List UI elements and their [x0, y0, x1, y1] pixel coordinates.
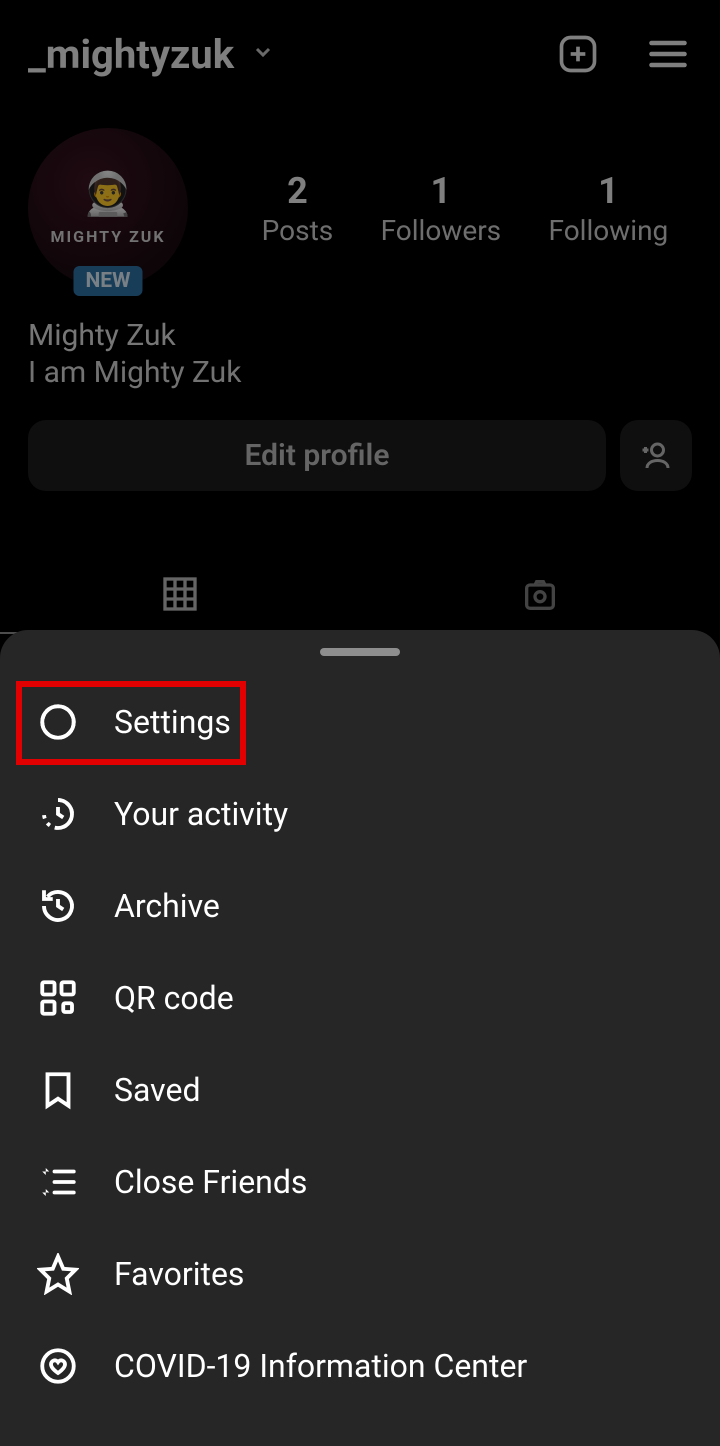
qr-code-icon	[36, 976, 80, 1020]
menu-item-qr-code[interactable]: QR code	[0, 952, 720, 1044]
stat-label: Posts	[262, 214, 334, 247]
menu-item-archive[interactable]: Archive	[0, 860, 720, 952]
menu-label: Saved	[114, 1071, 200, 1109]
discover-people-button[interactable]	[620, 420, 692, 491]
stat-posts[interactable]: 2 Posts	[262, 170, 334, 247]
menu-label: Close Friends	[114, 1163, 307, 1201]
star-icon	[36, 1252, 80, 1296]
heart-icon	[36, 1344, 80, 1388]
menu-label: Your activity	[114, 795, 288, 833]
username-label[interactable]: _mightyzuk	[28, 31, 234, 78]
sheet-handle[interactable]	[320, 648, 400, 656]
chevron-down-icon[interactable]	[246, 40, 275, 68]
close-friends-icon	[36, 1160, 80, 1204]
menu-item-close-friends[interactable]: Close Friends	[0, 1136, 720, 1228]
stat-label: Following	[549, 214, 669, 247]
stat-followers[interactable]: 1 Followers	[381, 170, 502, 247]
stat-label: Followers	[381, 214, 502, 247]
menu-label: COVID-19 Information Center	[114, 1347, 527, 1385]
profile-header: _mightyzuk	[0, 0, 720, 108]
stat-following[interactable]: 1 Following	[549, 170, 669, 247]
options-sheet: Settings Your activity Archive QR code S…	[0, 630, 720, 1446]
menu-item-favorites[interactable]: Favorites	[0, 1228, 720, 1320]
menu-item-your-activity[interactable]: Your activity	[0, 768, 720, 860]
edit-profile-button[interactable]: Edit profile	[28, 420, 606, 491]
stat-count: 1	[549, 170, 669, 212]
tab-tagged[interactable]	[360, 556, 720, 634]
menu-item-settings[interactable]: Settings	[0, 676, 720, 768]
menu-label: QR code	[114, 979, 234, 1017]
bio: I am Mighty Zuk	[28, 355, 692, 390]
menu-item-covid-info[interactable]: COVID-19 Information Center	[0, 1320, 720, 1412]
menu-label: Archive	[114, 887, 220, 925]
stat-count: 1	[381, 170, 502, 212]
stat-count: 2	[262, 170, 334, 212]
archive-icon	[36, 884, 80, 928]
menu-label: Settings	[114, 703, 231, 741]
menu-item-saved[interactable]: Saved	[0, 1044, 720, 1136]
profile-tabs	[0, 556, 720, 634]
activity-icon	[36, 792, 80, 836]
avatar[interactable]: 👨‍🚀 MIGHTY ZUK NEW	[28, 128, 188, 288]
stats-row: 2 Posts 1 Followers 1 Following	[238, 170, 692, 247]
settings-icon	[36, 700, 80, 744]
tab-grid[interactable]	[0, 556, 360, 634]
new-badge: NEW	[73, 266, 142, 296]
create-button[interactable]	[554, 30, 602, 78]
menu-label: Favorites	[114, 1255, 244, 1293]
hamburger-menu-button[interactable]	[644, 30, 692, 78]
profile-section: 👨‍🚀 MIGHTY ZUK NEW 2 Posts 1 Followers 1…	[0, 108, 720, 501]
display-name: Mighty Zuk	[28, 318, 692, 353]
avatar-text: MIGHTY ZUK	[50, 227, 165, 246]
saved-icon	[36, 1068, 80, 1112]
